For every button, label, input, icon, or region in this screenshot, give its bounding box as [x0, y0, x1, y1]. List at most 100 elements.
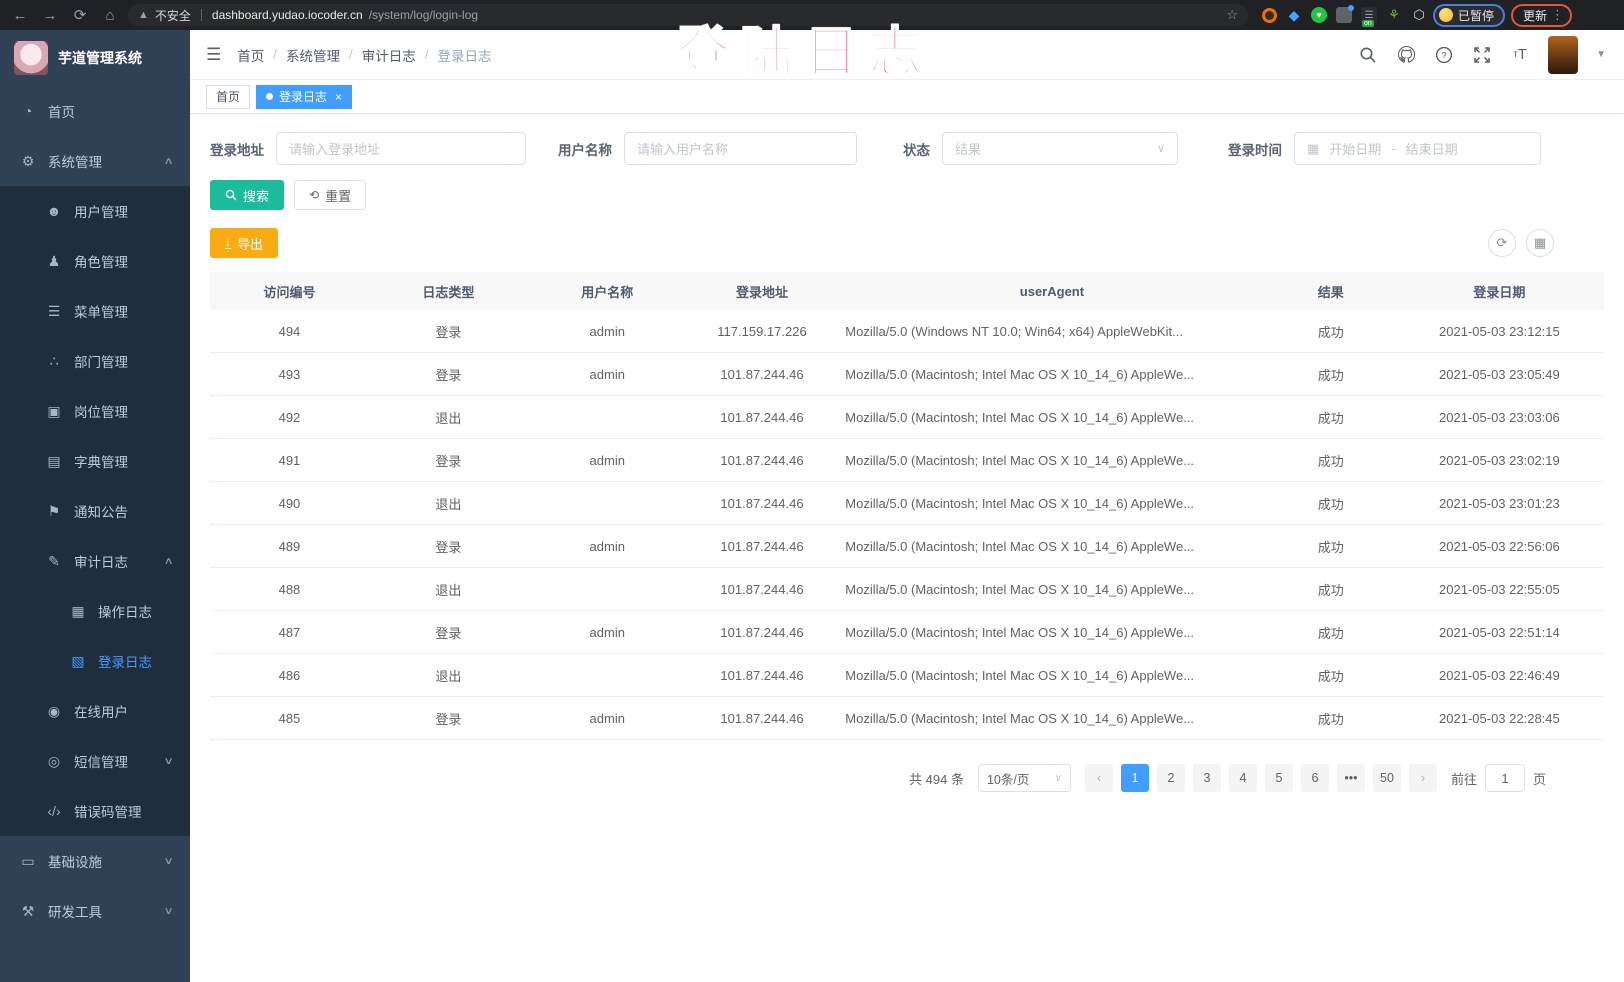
page-button[interactable]: 3 [1193, 764, 1221, 792]
breadcrumb-item[interactable]: 审计日志 [362, 45, 416, 65]
close-icon[interactable]: × [335, 90, 342, 104]
page-button[interactable]: 6 [1301, 764, 1329, 792]
breadcrumb-separator: / [273, 47, 277, 62]
sidebar-item-online-users[interactable]: ◉在线用户 [0, 686, 190, 736]
hamburger-icon[interactable]: ☰ [206, 45, 221, 65]
sidebar-item-dev-tools[interactable]: ⚒研发工具∨ [0, 886, 190, 936]
profile-paused-chip[interactable]: 已暂停 [1433, 4, 1505, 27]
table-cell: Mozilla/5.0 (Macintosh; Intel Mac OS X 1… [837, 410, 1266, 425]
refresh-button[interactable]: ⟳ [1488, 229, 1516, 257]
breadcrumb-separator: / [349, 47, 353, 62]
font-size-icon[interactable]: тT [1510, 45, 1530, 65]
active-dot-icon [266, 93, 273, 100]
prev-page-button[interactable]: ‹ [1085, 764, 1113, 792]
next-page-button[interactable]: › [1409, 764, 1437, 792]
help-icon[interactable]: ? [1434, 45, 1454, 65]
reload-icon[interactable]: ⟳ [68, 3, 92, 27]
search-button[interactable]: 搜索 [210, 180, 284, 210]
address-input[interactable]: 请输入登录地址 [276, 132, 526, 165]
sidebar-item-label: 字典管理 [74, 451, 128, 471]
sidebar-item-book[interactable]: ▤字典管理 [0, 436, 190, 486]
column-header: 访问编号 [210, 282, 369, 301]
sidebar-item-users[interactable]: ♟角色管理 [0, 236, 190, 286]
extension-gem-icon[interactable]: ◆ [1286, 7, 1302, 23]
bookmark-star-icon[interactable]: ☆ [1226, 7, 1238, 23]
table-cell: 101.87.244.46 [687, 453, 838, 468]
sidebar-item-infrastructure[interactable]: ▭基础设施∨ [0, 836, 190, 886]
table-cell: 2021-05-03 23:02:19 [1395, 453, 1604, 468]
extensions-puzzle-icon[interactable]: ⬡ [1411, 7, 1427, 23]
menu-icon: ☰ [46, 303, 62, 320]
fullscreen-icon[interactable] [1472, 45, 1492, 65]
annotation-text: 登陆日志 [676, 8, 932, 87]
table-cell: Mozilla/5.0 (Macintosh; Intel Mac OS X 1… [837, 453, 1266, 468]
sidebar-item-sms[interactable]: ◎短信管理∨ [0, 736, 190, 786]
tab-登录日志[interactable]: 登录日志× [256, 85, 352, 109]
sidebar-item-operation-log[interactable]: ▦操作日志 [0, 586, 190, 636]
table-cell: 101.87.244.46 [687, 582, 838, 597]
page-button[interactable]: 2 [1157, 764, 1185, 792]
breadcrumb-item[interactable]: 系统管理 [286, 45, 340, 65]
username-placeholder: 请输入用户名称 [637, 139, 728, 158]
range-separator: - [1391, 141, 1395, 156]
search-icon[interactable] [1358, 45, 1378, 65]
browser-update-button[interactable]: 更新 ⋮ [1511, 4, 1572, 27]
table-cell: 101.87.244.46 [687, 625, 838, 640]
table-cell: 成功 [1267, 623, 1395, 642]
forward-icon[interactable]: → [38, 3, 62, 27]
breadcrumb-item[interactable]: 首页 [237, 45, 264, 65]
extension-badge-icon[interactable] [1336, 7, 1352, 23]
table-row: 489登录admin101.87.244.46Mozilla/5.0 (Maci… [210, 525, 1604, 568]
table-cell: 490 [210, 496, 369, 511]
date-range-input[interactable]: ▦ 开始日期 - 结束日期 [1294, 132, 1541, 165]
sidebar-item-error-code[interactable]: ‹/›错误码管理 [0, 786, 190, 836]
goto-page-input[interactable]: 1 [1485, 764, 1525, 792]
page-buttons: ‹ 123456 ••• 50 › [1085, 764, 1437, 792]
sidebar-item-badge[interactable]: ▣岗位管理 [0, 386, 190, 436]
status-select[interactable]: 结果 ∨ [942, 132, 1178, 165]
table-cell: 101.87.244.46 [687, 410, 838, 425]
dev-tools-icon: ⚒ [20, 903, 36, 920]
extension-green-icon[interactable]: ♥ [1311, 7, 1327, 23]
extension-orange-icon[interactable] [1262, 8, 1277, 23]
column-settings-button[interactable]: ▦ [1526, 229, 1554, 257]
sidebar-item-audit-log[interactable]: ✎审计日志∧ [0, 536, 190, 586]
table-cell: 101.87.244.46 [687, 711, 838, 726]
start-date-placeholder: 开始日期 [1329, 139, 1381, 158]
sidebar-item-gear[interactable]: ⚙系统管理∧ [0, 136, 190, 186]
megaphone-icon: ⚑ [46, 503, 62, 520]
github-icon[interactable] [1396, 45, 1416, 65]
export-button[interactable]: ↓ 导出 [210, 228, 278, 258]
sidebar-item-user[interactable]: ☻用户管理 [0, 186, 190, 236]
table-cell: 退出 [369, 580, 528, 599]
browser-menu-icon[interactable]: ⋮ [1551, 7, 1564, 23]
extension-plant-icon[interactable]: ⚘ [1386, 7, 1402, 23]
tab-首页[interactable]: 首页 [206, 85, 250, 109]
sidebar-item-menu[interactable]: ☰菜单管理 [0, 286, 190, 336]
home-icon[interactable]: ⌂ [98, 3, 122, 27]
avatar[interactable] [1548, 36, 1578, 74]
page-button[interactable]: 4 [1229, 764, 1257, 792]
username-input[interactable]: 请输入用户名称 [624, 132, 857, 165]
page-button[interactable]: 50 [1373, 764, 1401, 792]
sidebar-item-dashboard[interactable]: ◔首页 [0, 86, 190, 136]
page-size-select[interactable]: 10条/页 ∨ [978, 764, 1071, 792]
reset-button[interactable]: ⟲ 重置 [294, 180, 366, 210]
extension-list-on-icon[interactable]: ☰ [1361, 7, 1377, 23]
chevron-down-icon[interactable]: ▼ [1596, 49, 1606, 60]
more-pages-button[interactable]: ••• [1337, 764, 1365, 792]
table-cell: 486 [210, 668, 369, 683]
page-size-value: 10条/页 [987, 769, 1029, 788]
back-icon[interactable]: ← [8, 3, 32, 27]
table-cell: admin [528, 367, 687, 382]
sidebar-item-login-log[interactable]: ▧登录日志 [0, 636, 190, 686]
profile-emoji-icon [1439, 8, 1453, 22]
page-button[interactable]: 1 [1121, 764, 1149, 792]
page-button[interactable]: 5 [1265, 764, 1293, 792]
sidebar: 芋道管理系统 ◔首页⚙系统管理∧☻用户管理♟角色管理☰菜单管理∴部门管理▣岗位管… [0, 30, 190, 982]
table-cell: 487 [210, 625, 369, 640]
sidebar-item-tree[interactable]: ∴部门管理 [0, 336, 190, 386]
table-cell: 2021-05-03 23:03:06 [1395, 410, 1604, 425]
security-label[interactable]: 不安全 [155, 7, 191, 24]
sidebar-item-megaphone[interactable]: ⚑通知公告 [0, 486, 190, 536]
